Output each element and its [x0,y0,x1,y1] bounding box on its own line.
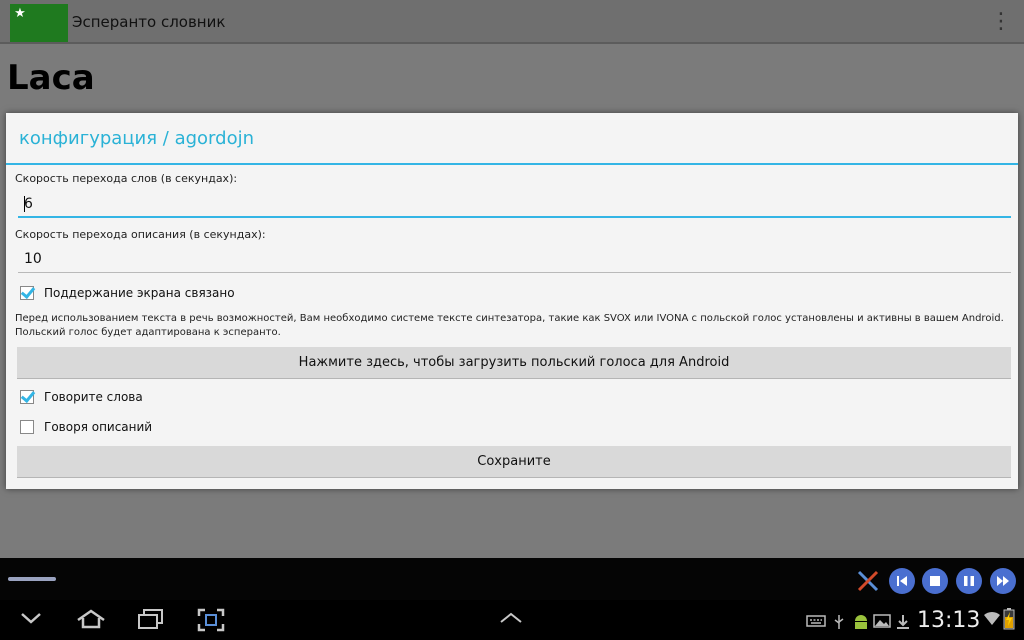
speak-words-checkbox[interactable] [20,390,34,404]
word-heading: Laca [7,58,95,98]
dialog-title: конфигурация / agordojn [19,128,254,149]
battery-icon [1003,608,1015,633]
desc-speed-label: Скорость перехода описания (в секундах): [15,228,266,241]
keep-screen-checkbox-row[interactable]: Поддержание экрана связано [20,283,235,303]
star-icon: ★ [10,4,30,24]
desc-speed-input[interactable]: 10 [18,245,1011,273]
app-title: Эсперанто словник [72,13,226,31]
screenshot-icon[interactable] [197,608,225,638]
esperanto-flag-icon[interactable]: ★ [10,4,68,42]
speak-desc-label: Говоря описаний [44,420,153,434]
settings-dialog: конфигурация / agordojn Скорость переход… [6,113,1018,489]
action-bar: ★ Эсперанто словник ⋮ [0,0,1024,44]
dialog-title-divider [6,163,1018,165]
speak-desc-checkbox-row[interactable]: Говоря описаний [20,417,152,437]
download-voice-button[interactable]: Нажмите здесь, чтобы загрузить польский … [17,347,1011,379]
tools-icon[interactable] [855,568,881,594]
save-button[interactable]: Сохраните [17,446,1011,478]
playback-progress[interactable] [8,577,56,581]
keep-screen-label: Поддержание экрана связано [44,286,235,300]
desc-speed-value: 10 [24,251,42,267]
usb-icon [832,614,846,633]
rewind-icon[interactable] [889,568,915,594]
speak-words-label: Говорите слова [44,390,143,404]
menu-up-icon[interactable] [497,608,525,634]
word-speed-input[interactable]: 6 [18,190,1011,218]
overflow-menu-icon[interactable]: ⋮ [990,10,1012,34]
word-speed-value: 6 [24,196,33,212]
gallery-icon [873,614,891,631]
back-icon[interactable] [18,608,44,634]
android-debug-icon [852,614,870,633]
recent-apps-icon[interactable] [136,608,166,636]
keyboard-icon [806,614,826,631]
stop-icon[interactable] [922,568,948,594]
keep-screen-checkbox[interactable] [20,286,34,300]
speak-desc-checkbox[interactable] [20,420,34,434]
speak-words-checkbox-row[interactable]: Говорите слова [20,387,143,407]
download-icon [895,614,911,633]
pause-icon[interactable] [956,568,982,594]
fast-forward-icon[interactable] [990,568,1016,594]
word-speed-label: Скорость перехода слов (в секундах): [15,172,238,185]
home-icon[interactable] [75,608,107,636]
tts-info-text: Перед использованием текста в речь возмо… [15,313,1004,338]
wifi-icon [983,610,1001,629]
status-clock: 13:13 [917,608,981,633]
